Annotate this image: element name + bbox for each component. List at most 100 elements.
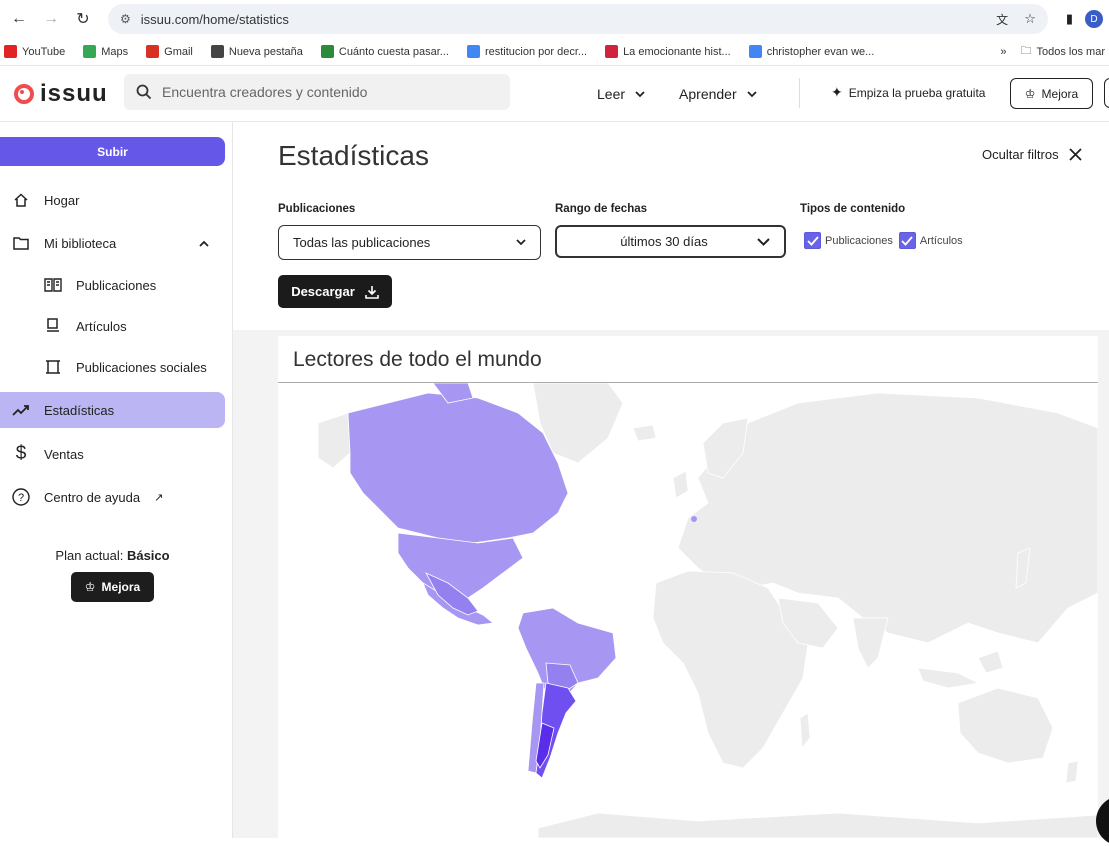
search-box[interactable]: [124, 74, 510, 110]
chevron-down-icon: [746, 90, 757, 97]
menu-aprender[interactable]: Aprender: [679, 86, 757, 102]
bookmark-label: christopher evan we...: [766, 45, 875, 58]
sidebar-item-ventas[interactable]: $ Ventas: [0, 436, 225, 472]
reload-icon[interactable]: ↻: [70, 6, 96, 32]
sidebar-item-publicaciones[interactable]: Publicaciones: [0, 267, 225, 303]
bookmark-star-icon[interactable]: ☆: [1024, 11, 1036, 27]
article-icon: [44, 317, 62, 335]
all-bookmarks-label: Todos los mar: [1036, 45, 1105, 58]
address-bar[interactable]: ⚙ issuu.com/home/statistics 文 ☆: [108, 4, 1048, 34]
chevron-down-icon: [635, 90, 645, 97]
articulos-checkbox[interactable]: [898, 232, 916, 249]
youtube-icon: [4, 45, 17, 58]
account-button[interactable]: [1104, 78, 1109, 108]
bookmark-item[interactable]: Cuánto cuesta pasar...: [320, 45, 449, 58]
bookmark-item[interactable]: YouTube: [4, 45, 65, 58]
trend-icon: [12, 401, 30, 419]
issuu-logo[interactable]: issuu: [14, 80, 124, 108]
sidebar-item-label: Publicaciones sociales: [76, 359, 207, 375]
world-readers-card: Lectores de todo el mundo: [278, 336, 1098, 838]
back-icon[interactable]: ←: [6, 6, 32, 32]
sidebar-item-hogar[interactable]: Hogar: [0, 182, 225, 218]
forward-icon[interactable]: →: [38, 6, 64, 32]
plan-name: Básico: [126, 548, 170, 563]
logo-text: issuu: [40, 79, 108, 107]
download-icon: [364, 285, 379, 299]
google-icon: [748, 45, 762, 58]
sidebar-upgrade-button[interactable]: ♔ Mejora: [71, 572, 154, 602]
all-bookmarks-folder[interactable]: 🗀 Todos los mar: [1021, 42, 1105, 61]
chevron-down-icon: [757, 237, 770, 246]
chrome-icon: [210, 45, 224, 58]
upload-button[interactable]: Subir: [0, 137, 225, 166]
publicaciones-checkbox[interactable]: [804, 232, 821, 249]
bookmarks-overflow: » 🗀 Todos los mar: [1000, 42, 1105, 61]
sidebar-item-articulos[interactable]: Artículos: [0, 308, 225, 344]
bookmark-item[interactable]: La emocionante hist...: [605, 45, 731, 58]
sidebar-item-estadisticas[interactable]: Estadísticas: [0, 392, 225, 428]
home-icon: [12, 191, 30, 209]
chevron-down-icon: [516, 239, 526, 246]
header-divider: [799, 78, 800, 108]
bookmark-label: Cuánto cuesta pasar...: [338, 45, 449, 58]
translate-icon[interactable]: 文: [996, 11, 1008, 28]
hide-filters-label: Ocultar filtros: [982, 147, 1059, 162]
more-bookmarks-button[interactable]: »: [1000, 46, 1006, 58]
folder-icon: 🗀: [1020, 45, 1032, 57]
bookmark-label: restitucion por decr...: [484, 45, 588, 58]
filters-panel: Estadísticas Ocultar filtros Publicacion…: [233, 122, 1109, 330]
bookmark-item[interactable]: Nueva pestaña: [210, 45, 303, 58]
bookmark-label: Gmail: [164, 45, 193, 58]
site-settings-icon[interactable]: ⚙: [120, 12, 131, 26]
bookmark-label: Maps: [101, 45, 129, 58]
sidebar: Subir Hogar Mi biblioteca Publicaciones …: [0, 122, 233, 838]
world-map[interactable]: [278, 383, 1098, 838]
date-range-select[interactable]: últimos 30 días: [555, 225, 786, 258]
menu-aprender-label: Aprender: [679, 86, 737, 102]
bookmark-item[interactable]: christopher evan we...: [748, 45, 875, 58]
free-trial-link[interactable]: ✦ Empiza la prueba gratuita: [831, 84, 985, 101]
top-menu: Leer Aprender: [597, 66, 757, 122]
sidebar-item-publicaciones-sociales[interactable]: Publicaciones sociales: [0, 349, 225, 385]
maps-icon: [83, 45, 97, 58]
upgrade-label: Mejora: [101, 580, 141, 594]
menu-leer[interactable]: Leer: [597, 86, 645, 102]
current-plan: Plan actual: Básico: [0, 548, 225, 563]
hide-filters-button[interactable]: Ocultar filtros: [982, 147, 1082, 162]
menu-leer-label: Leer: [597, 86, 626, 102]
bookmark-item[interactable]: Maps: [83, 45, 128, 58]
close-icon: [1068, 148, 1082, 161]
profile-avatar[interactable]: D: [1085, 10, 1103, 28]
svg-text:?: ?: [18, 492, 24, 504]
search-input[interactable]: [162, 84, 482, 100]
bookmark-item[interactable]: Gmail: [146, 45, 193, 58]
upgrade-button[interactable]: ♔ Mejora: [1010, 78, 1093, 109]
publications-filter-label: Publicaciones: [278, 203, 356, 215]
publicaciones-checkbox-label: Publicaciones: [825, 234, 893, 247]
chevron-up-icon[interactable]: [199, 240, 209, 247]
sidebar-item-mi-biblioteca[interactable]: Mi biblioteca: [0, 225, 225, 261]
map-region-europe-highlight: [691, 516, 697, 522]
help-icon: ?: [12, 488, 30, 506]
sidebar-item-centro-de-ayuda[interactable]: ? Centro de ayuda ↗: [0, 479, 225, 515]
publications-select[interactable]: Todas las publicaciones: [278, 225, 541, 260]
book-icon: [44, 276, 62, 294]
plan-prefix: Plan actual:: [55, 548, 127, 563]
sidebar-item-label: Ventas: [44, 446, 84, 462]
bookmarks-bar: YouTube Maps Gmail Nueva pestaña Cuánto cues…: [0, 38, 1109, 66]
download-button[interactable]: Descargar: [278, 275, 392, 308]
bookmark-item[interactable]: restitucion por decr...: [466, 45, 588, 58]
folder-icon: [12, 234, 30, 252]
crown-icon: ♔: [84, 580, 96, 594]
bookmark-label: Nueva pestaña: [228, 45, 303, 58]
sidebar-item-label: Hogar: [44, 192, 80, 208]
side-panel-icon[interactable]: ▮: [1066, 11, 1073, 27]
url-text[interactable]: issuu.com/home/statistics: [141, 12, 289, 27]
publications-select-value: Todas las publicaciones: [293, 235, 431, 250]
sidebar-item-label: Estadísticas: [44, 402, 115, 418]
check-icon: [901, 235, 914, 246]
app-header: issuu Leer Aprender ✦ Empiza la prueba g…: [0, 66, 1109, 122]
content-types-label: Tipos de contenido: [800, 203, 906, 215]
a-icon: [605, 45, 619, 58]
date-range-value: últimos 30 días: [620, 234, 708, 249]
